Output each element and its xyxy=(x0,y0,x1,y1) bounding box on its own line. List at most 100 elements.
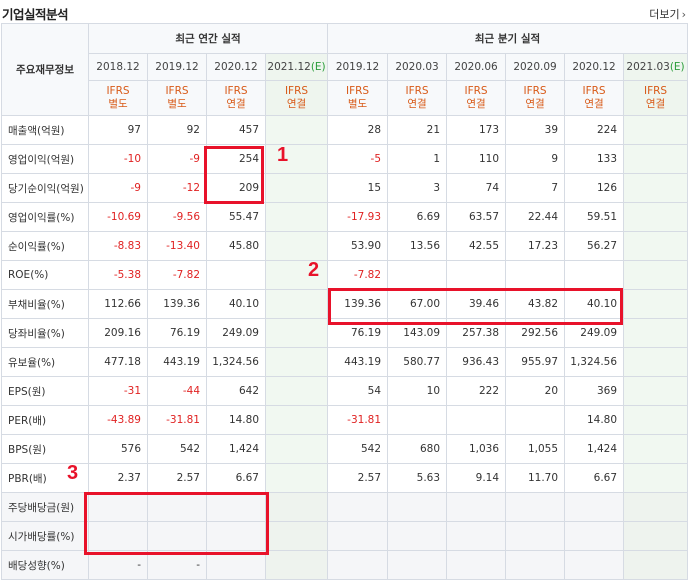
quarter-value-cell: 257.38 xyxy=(446,318,507,348)
annual-date-header: 2019.12 xyxy=(147,53,207,81)
financial-table: 주요재무정보 최근 연간 실적 최근 분기 실적 2018.12 2019.12 2020… xyxy=(1,23,689,580)
more-link[interactable]: 더보기 › xyxy=(649,6,686,22)
quarter-value-cell: 14.80 xyxy=(564,405,625,435)
quarter-value-cell: 292.56 xyxy=(505,318,566,348)
table-row: PER(배) -43.89 -31.81 14.80 -31.81 14.80 xyxy=(1,405,689,435)
quarter-value-cell xyxy=(387,521,448,551)
quarter-value-cell xyxy=(623,463,689,493)
quarter-value-cell: 9.14 xyxy=(446,463,507,493)
annual-value-cell xyxy=(88,521,148,551)
annual-value-cell xyxy=(147,492,207,522)
table-row: 주당배당금(원) xyxy=(1,492,689,522)
header-date-row: 2018.12 2019.12 2020.12 2021.12(E) 2019.12 20… xyxy=(2,53,689,81)
table-row: 부채비율(%) 112.66 139.36 40.10 139.36 67.00 39.46… xyxy=(1,289,689,319)
quarter-group-header: 최근 분기 실적 xyxy=(327,23,689,54)
quarter-value-cell xyxy=(327,521,389,551)
table-row: 시가배당률(%) xyxy=(1,521,689,551)
quarter-value-cell: 40.10 xyxy=(564,289,625,319)
row-label: 당기순이익(억원) xyxy=(1,173,89,203)
row-label: EPS(원) xyxy=(1,376,89,406)
quarter-value-cell: 13.56 xyxy=(387,231,448,261)
quarter-value-cell: 224 xyxy=(564,115,625,145)
annual-value-cell xyxy=(147,521,207,551)
quarter-value-cell: 15 xyxy=(327,173,389,203)
table-row: 영업이익(억원) -10 -9 254 -5 1 110 9 133 xyxy=(1,144,689,174)
date-text: 2020.06 xyxy=(454,61,498,73)
annual-value-cell: -7.82 xyxy=(147,260,207,290)
annual-date-header: 2021.12(E) xyxy=(264,53,329,81)
quarter-value-cell xyxy=(623,144,689,174)
quarter-value-cell: 443.19 xyxy=(327,347,389,377)
table-row: 영업이익률(%) -10.69 -9.56 55.47 -17.93 6.69 63.57 2… xyxy=(1,202,689,232)
annual-value-cell: -12 xyxy=(147,173,207,203)
annual-value-cell: 139.36 xyxy=(147,289,207,319)
quarter-value-cell: 1 xyxy=(387,144,448,174)
annual-value-cell: -8.83 xyxy=(88,231,148,261)
quarter-value-cell xyxy=(446,260,507,290)
date-text: 2019.12 xyxy=(155,61,199,73)
standard-type: 연결 xyxy=(226,98,246,110)
quarter-value-cell: 143.09 xyxy=(387,318,448,348)
standard-name: IFRS xyxy=(643,85,668,97)
annual-value-cell: 1,324.56 xyxy=(206,347,266,377)
table-row: 유보율(%) 477.18 443.19 1,324.56 443.19 580.77 93… xyxy=(1,347,689,377)
annual-value-cell: 92 xyxy=(147,115,207,145)
quarter-value-cell xyxy=(505,405,566,435)
annual-value-cell xyxy=(264,434,329,464)
quarter-value-cell xyxy=(446,492,507,522)
quarter-value-cell xyxy=(623,115,689,145)
quarter-value-cell: 76.19 xyxy=(327,318,389,348)
annual-value-cell: -9 xyxy=(147,144,207,174)
annual-value-cell: 40.10 xyxy=(206,289,266,319)
quarter-value-cell: 3 xyxy=(387,173,448,203)
estimate-tag: (E) xyxy=(310,61,326,73)
annual-value-cell xyxy=(264,550,329,580)
quarter-standard-header: IFRS 연결 xyxy=(623,80,689,116)
quarter-value-cell: -5 xyxy=(327,144,389,174)
quarter-value-cell: 2.57 xyxy=(327,463,389,493)
quarter-value-cell: -17.93 xyxy=(327,202,389,232)
annual-value-cell xyxy=(264,405,329,435)
date-text: 2020.09 xyxy=(513,61,557,73)
annual-value-cell: -43.89 xyxy=(88,405,148,435)
quarter-value-cell: 67.00 xyxy=(387,289,448,319)
quarter-value-cell: 17.23 xyxy=(505,231,566,261)
quarter-value-cell xyxy=(564,550,625,580)
quarter-value-cell xyxy=(505,550,566,580)
date-text: 2019.12 xyxy=(335,61,380,73)
annual-value-cell xyxy=(264,231,329,261)
quarter-value-cell: 542 xyxy=(327,434,389,464)
quarter-value-cell xyxy=(387,550,448,580)
quarter-value-cell: 9 xyxy=(505,144,566,174)
annual-value-cell xyxy=(264,463,329,493)
quarter-value-cell xyxy=(623,521,689,551)
quarter-value-cell xyxy=(446,550,507,580)
standard-name: IFRS xyxy=(405,85,429,97)
quarter-value-cell: 56.27 xyxy=(564,231,625,261)
quarter-date-header: 2020.12 xyxy=(564,53,625,81)
row-label: 매출액(억원) xyxy=(1,115,89,145)
table-row: 배당성향(%) - - xyxy=(1,550,689,580)
header-main-label: 주요재무정보 xyxy=(1,23,89,116)
quarter-value-cell: 369 xyxy=(564,376,625,406)
annual-value-cell: -9 xyxy=(88,173,148,203)
standard-name: IFRS xyxy=(464,85,488,97)
quarter-value-cell: 126 xyxy=(564,173,625,203)
annual-value-cell xyxy=(206,550,266,580)
quarter-value-cell xyxy=(623,202,689,232)
quarter-value-cell: 10 xyxy=(387,376,448,406)
quarter-value-cell xyxy=(505,521,566,551)
standard-name: IFRS xyxy=(582,85,606,97)
standard-type: 별도 xyxy=(167,98,187,110)
row-label: BPS(원) xyxy=(1,434,89,464)
annual-group-header: 최근 연간 실적 xyxy=(87,23,329,54)
annual-value-cell: 443.19 xyxy=(147,347,207,377)
annual-value-cell: 14.80 xyxy=(206,405,266,435)
quarter-value-cell: 222 xyxy=(446,376,507,406)
standard-type: 연결 xyxy=(466,98,486,110)
annotation-label-1: 1 xyxy=(277,144,289,166)
quarter-value-cell: 20 xyxy=(505,376,566,406)
standard-name: IFRS xyxy=(165,85,189,97)
quarter-value-cell xyxy=(623,318,689,348)
quarter-date-header: 2020.06 xyxy=(446,53,507,81)
